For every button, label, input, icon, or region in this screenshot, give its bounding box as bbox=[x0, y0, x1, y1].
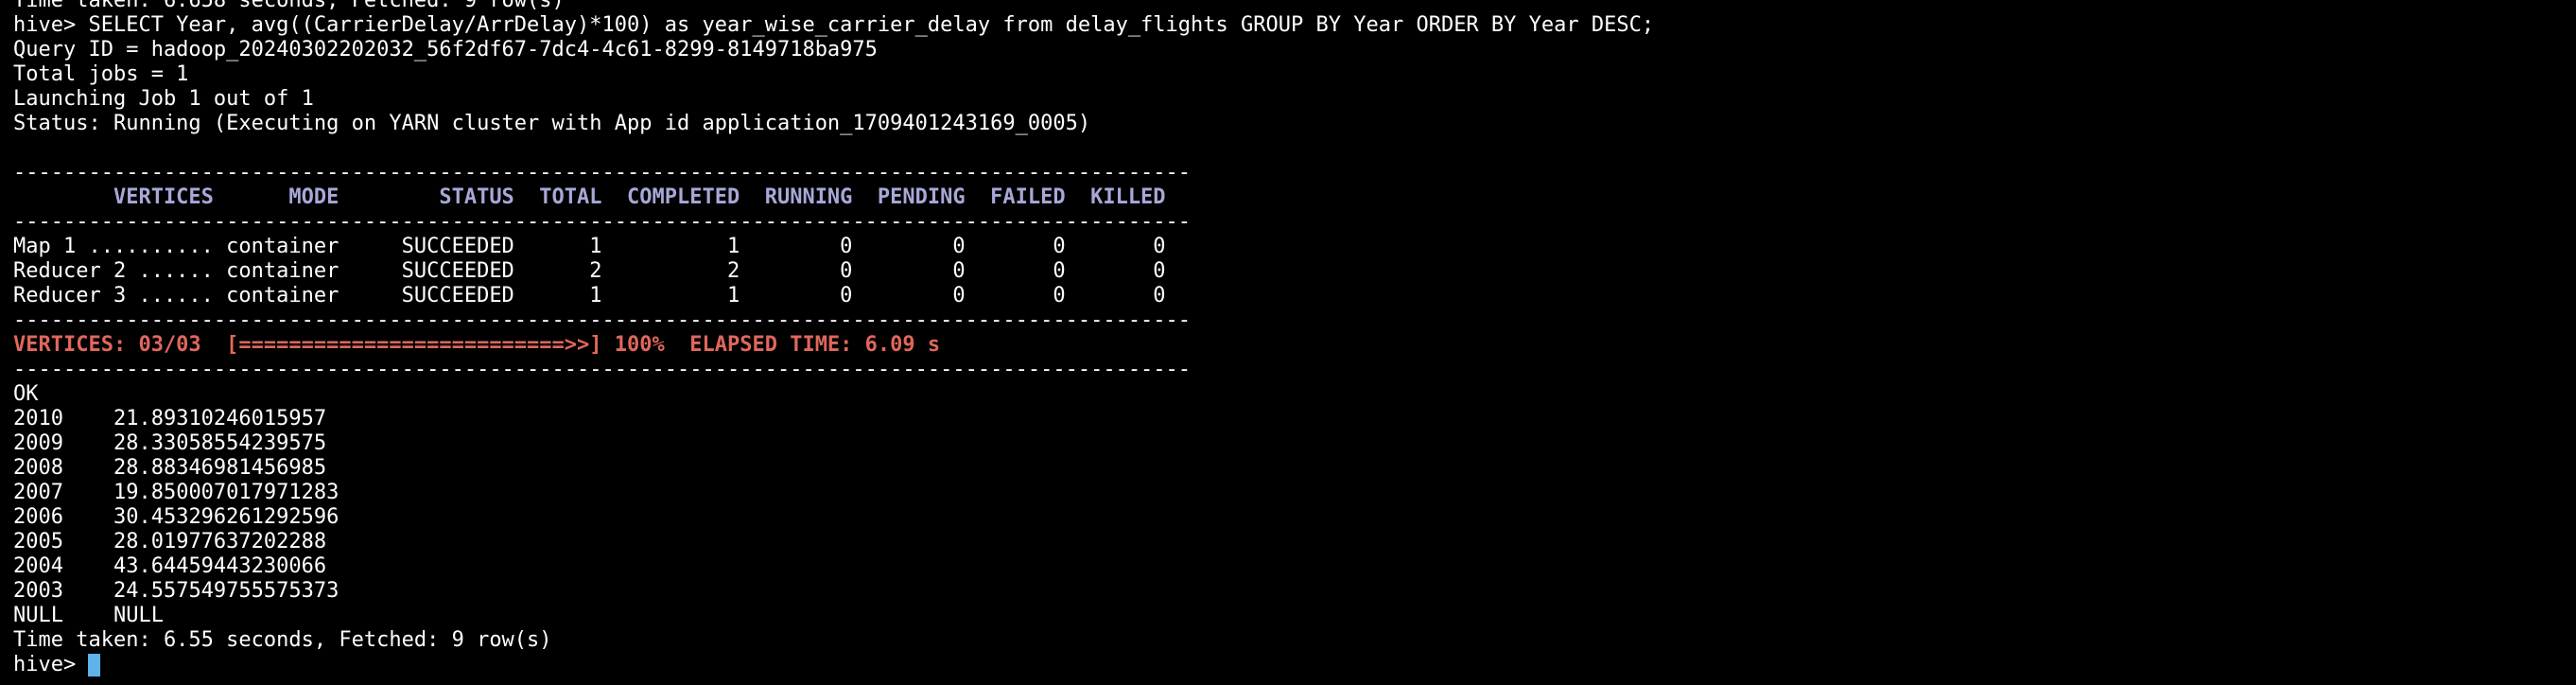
output-line: Reducer 2 ...... container SUCCEEDED 2 2… bbox=[13, 259, 1166, 283]
output-line: ----------------------------------------… bbox=[13, 358, 1192, 381]
output-line: 2004 43.64459443230066 bbox=[13, 554, 327, 578]
output-line: Total jobs = 1 bbox=[13, 62, 189, 86]
output-line: 2005 28.01977637202288 bbox=[13, 530, 327, 553]
output-line: 2006 30.453296261292596 bbox=[13, 505, 339, 529]
output-line: ----------------------------------------… bbox=[13, 161, 1192, 184]
terminal-output: Time taken: 6.658 seconds, Fetched: 9 ro… bbox=[13, 0, 1654, 677]
output-line: ----------------------------------------… bbox=[13, 210, 1192, 234]
prompt-text: hive> bbox=[13, 653, 89, 676]
output-line: VERTICES MODE STATUS TOTAL COMPLETED RUN… bbox=[13, 185, 1166, 209]
output-lines: Time taken: 6.658 seconds, Fetched: 9 ro… bbox=[13, 0, 1654, 653]
output-line: 2007 19.850007017971283 bbox=[13, 481, 339, 504]
output-line: 2003 24.557549755575373 bbox=[13, 579, 339, 603]
terminal-window[interactable]: Time taken: 6.658 seconds, Fetched: 9 ro… bbox=[0, 0, 2576, 685]
output-line: Time taken: 6.658 seconds, Fetched: 9 ro… bbox=[13, 0, 565, 12]
prompt-line[interactable]: hive> bbox=[13, 653, 1654, 677]
output-line: Map 1 .......... container SUCCEEDED 1 1… bbox=[13, 235, 1166, 258]
output-line: Status: Running (Executing on YARN clust… bbox=[13, 112, 1091, 135]
output-line: OK bbox=[13, 382, 39, 406]
output-line: VERTICES: 03/03 [=======================… bbox=[13, 333, 941, 357]
output-line: 2009 28.33058554239575 bbox=[13, 431, 327, 455]
output-line: Launching Job 1 out of 1 bbox=[13, 87, 314, 111]
output-line: Time taken: 6.55 seconds, Fetched: 9 row… bbox=[13, 628, 552, 652]
output-line: 2008 28.88346981456985 bbox=[13, 456, 327, 480]
output-line: hive> SELECT Year, avg((CarrierDelay/Arr… bbox=[13, 13, 1655, 37]
output-line: 2010 21.89310246015957 bbox=[13, 407, 327, 430]
output-line: Reducer 3 ...... container SUCCEEDED 1 1… bbox=[13, 284, 1166, 307]
output-line: ----------------------------------------… bbox=[13, 308, 1192, 332]
output-line: Query ID = hadoop_20240302202032_56f2df6… bbox=[13, 38, 878, 61]
cursor-icon bbox=[88, 654, 101, 676]
output-line: NULL NULL bbox=[13, 604, 164, 627]
